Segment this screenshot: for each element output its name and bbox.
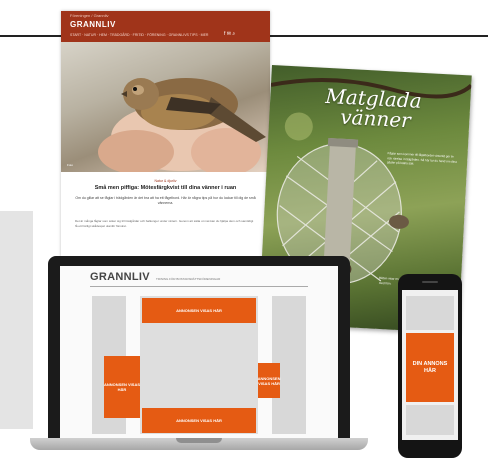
article-title: Små men piffiga: Mötesfärgkvist till din… (94, 185, 237, 191)
laptop-bottom-ad[interactable]: ANNONSEN VISAS HÄR (142, 408, 256, 433)
phone-content-block-lower (406, 405, 454, 435)
article-ingress: Om du gillar att se fåglar i trädgården … (75, 196, 256, 205)
laptop-notch (176, 438, 222, 443)
site-header: Föreningen / Grannliv GRANNLIV START · N… (61, 11, 270, 42)
laptop-site-logo[interactable]: GRANNLIV (90, 271, 150, 283)
phone-ad[interactable]: DIN ANNONS HÄR (406, 333, 454, 402)
site-nav[interactable]: START · NATUR · HEM · TRÄDGÅRD · FRITID … (70, 33, 208, 37)
laptop-left-ad[interactable]: ANNONSEN VISAS HÄR (104, 356, 140, 418)
laptop-screen: GRANNLIV TIDNING FÖR BOSTADSRÄTTSFÖRENIN… (60, 266, 338, 438)
laptop-top-ad[interactable]: ANNONSEN VISAS HÄR (142, 298, 256, 323)
laptop-site-divider (90, 286, 308, 287)
site-header-icons[interactable]: f ✉ ⌕ (224, 31, 235, 37)
bird-in-hand-photo (61, 42, 270, 172)
photo-credit: Foto (67, 163, 74, 167)
grey-side-panel (0, 211, 33, 429)
phone-content-block (406, 296, 454, 330)
laptop-right-ad[interactable]: ANNONSEN VISAS HÄR (258, 363, 280, 398)
site-logo[interactable]: GRANNLIV (70, 20, 116, 29)
phone-speaker (422, 281, 438, 283)
article-kicker: Natur & djurliv (154, 179, 177, 183)
bird-photo-illustration (98, 78, 266, 172)
laptop-site-subtitle: TIDNING FÖR BOSTADSRÄTTSFÖRENINGAR (156, 277, 221, 281)
magazine-title: Matglada vänner (324, 84, 422, 132)
article-paragraph: Det är många fåglar som söker sig till t… (75, 219, 254, 228)
website-mockup: Föreningen / Grannliv GRANNLIV START · N… (61, 11, 270, 257)
phone-screen: DIN ANNONS HÄR (402, 290, 458, 440)
site-top-label: Föreningen / Grannliv (70, 13, 109, 18)
